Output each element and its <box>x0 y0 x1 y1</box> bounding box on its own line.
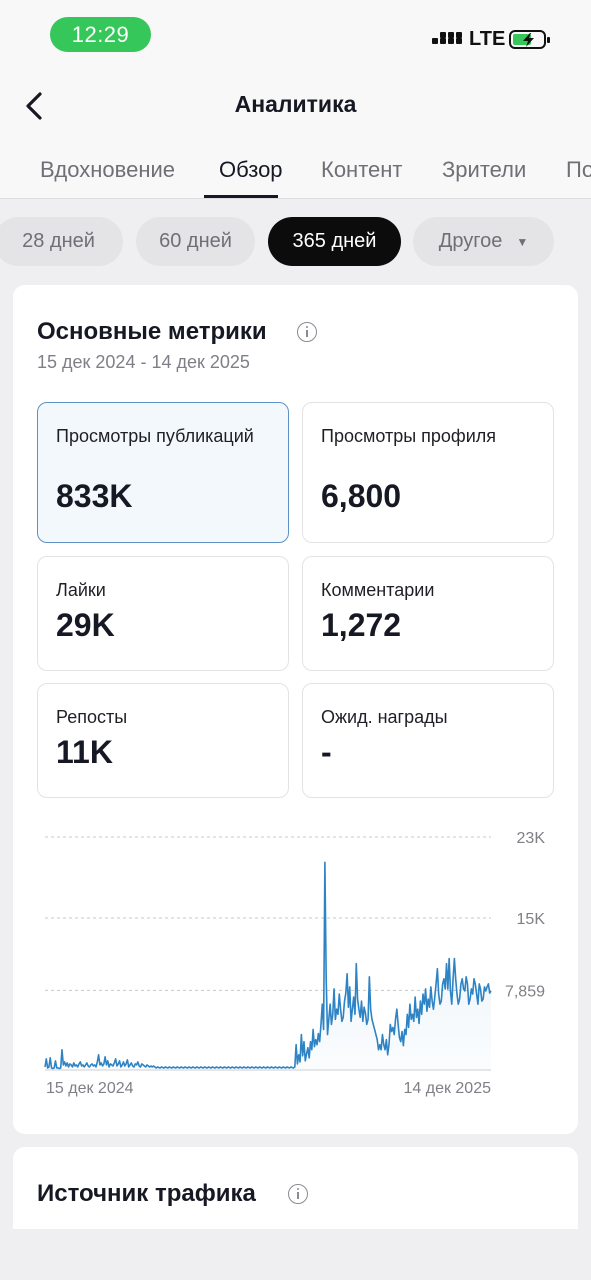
status-bar: 12:29 LTE <box>0 0 591 72</box>
metric-profile-views[interactable]: Просмотры профиля 6,800 <box>302 402 554 543</box>
section-title: Основные метрики <box>37 318 267 345</box>
status-time: 12:29 <box>50 17 151 52</box>
period-chip-label: Другое <box>438 230 503 252</box>
tab-inspiration[interactable]: Вдохновение <box>40 157 175 183</box>
period-chip-label: 60 дней <box>159 230 232 252</box>
metric-label: Просмотры профиля <box>321 426 497 446</box>
metric-label: Лайки <box>56 580 106 600</box>
metric-value: 11K <box>56 734 113 770</box>
period-chip-28[interactable]: 28 дней <box>0 217 123 266</box>
period-chip-60[interactable]: 60 дней <box>136 217 255 266</box>
x-label-end: 14 дек 2025 <box>403 1080 491 1097</box>
metric-comments[interactable]: Комментарии 1,272 <box>302 556 554 671</box>
section-title: Источник трафика <box>37 1180 256 1207</box>
metric-value: 1,272 <box>321 607 402 643</box>
signal-icon <box>432 32 464 48</box>
tab-viewers[interactable]: Зрители <box>442 157 526 183</box>
x-label-start: 15 дек 2024 <box>46 1080 134 1097</box>
traffic-source-card: Источник трафика <box>13 1147 578 1229</box>
period-chip-other[interactable]: Другое ▼ <box>413 217 554 266</box>
page-title: Аналитика <box>234 91 357 117</box>
tab-overview[interactable]: Обзор <box>219 157 283 183</box>
tab-more[interactable]: По <box>566 157 591 183</box>
metric-label: Ожид. награды <box>321 707 448 727</box>
metric-value: - <box>321 734 332 770</box>
active-tab-indicator <box>204 195 278 198</box>
metric-value: 29K <box>56 607 115 643</box>
metric-value: 6,800 <box>321 478 402 514</box>
network-label: LTE <box>469 28 506 50</box>
app-header: Аналитика <box>0 72 591 138</box>
info-icon[interactable] <box>297 322 317 342</box>
metric-post-views[interactable]: Просмотры публикаций 833K <box>37 402 289 543</box>
metric-likes[interactable]: Лайки 29K <box>37 556 289 671</box>
info-icon[interactable] <box>288 1184 308 1204</box>
analytics-tabs: Вдохновение Обзор Контент Зрители По <box>0 138 591 199</box>
y-tick-label: 7,859 <box>505 983 545 1000</box>
metric-value: 833K <box>56 478 133 514</box>
period-chip-label: 28 дней <box>22 230 95 252</box>
key-metrics-card: Основные метрики 15 дек 2024 - 14 дек 20… <box>13 285 578 1134</box>
chart-area <box>45 862 491 1070</box>
period-selector: 28 дней 60 дней 365 дней Другое ▼ <box>0 199 591 285</box>
metric-reposts[interactable]: Репосты 11K <box>37 683 289 798</box>
metric-label: Просмотры публикаций <box>56 426 254 446</box>
metric-label: Комментарии <box>321 580 435 600</box>
views-line-chart: 23K 15K 7,859 15 дек 2024 14 дек 2025 <box>44 830 546 1097</box>
period-chip-365[interactable]: 365 дней <box>268 217 401 266</box>
battery-icon <box>509 30 550 49</box>
metric-expected-rewards[interactable]: Ожид. награды - <box>302 683 554 798</box>
y-tick-label: 15K <box>517 911 546 928</box>
metric-label: Репосты <box>56 707 128 727</box>
chevron-down-icon: ▼ <box>516 234 529 249</box>
date-range: 15 дек 2024 - 14 дек 2025 <box>37 352 250 372</box>
y-tick-label: 23K <box>517 830 546 847</box>
tab-content[interactable]: Контент <box>321 157 403 183</box>
period-chip-label: 365 дней <box>292 230 377 252</box>
